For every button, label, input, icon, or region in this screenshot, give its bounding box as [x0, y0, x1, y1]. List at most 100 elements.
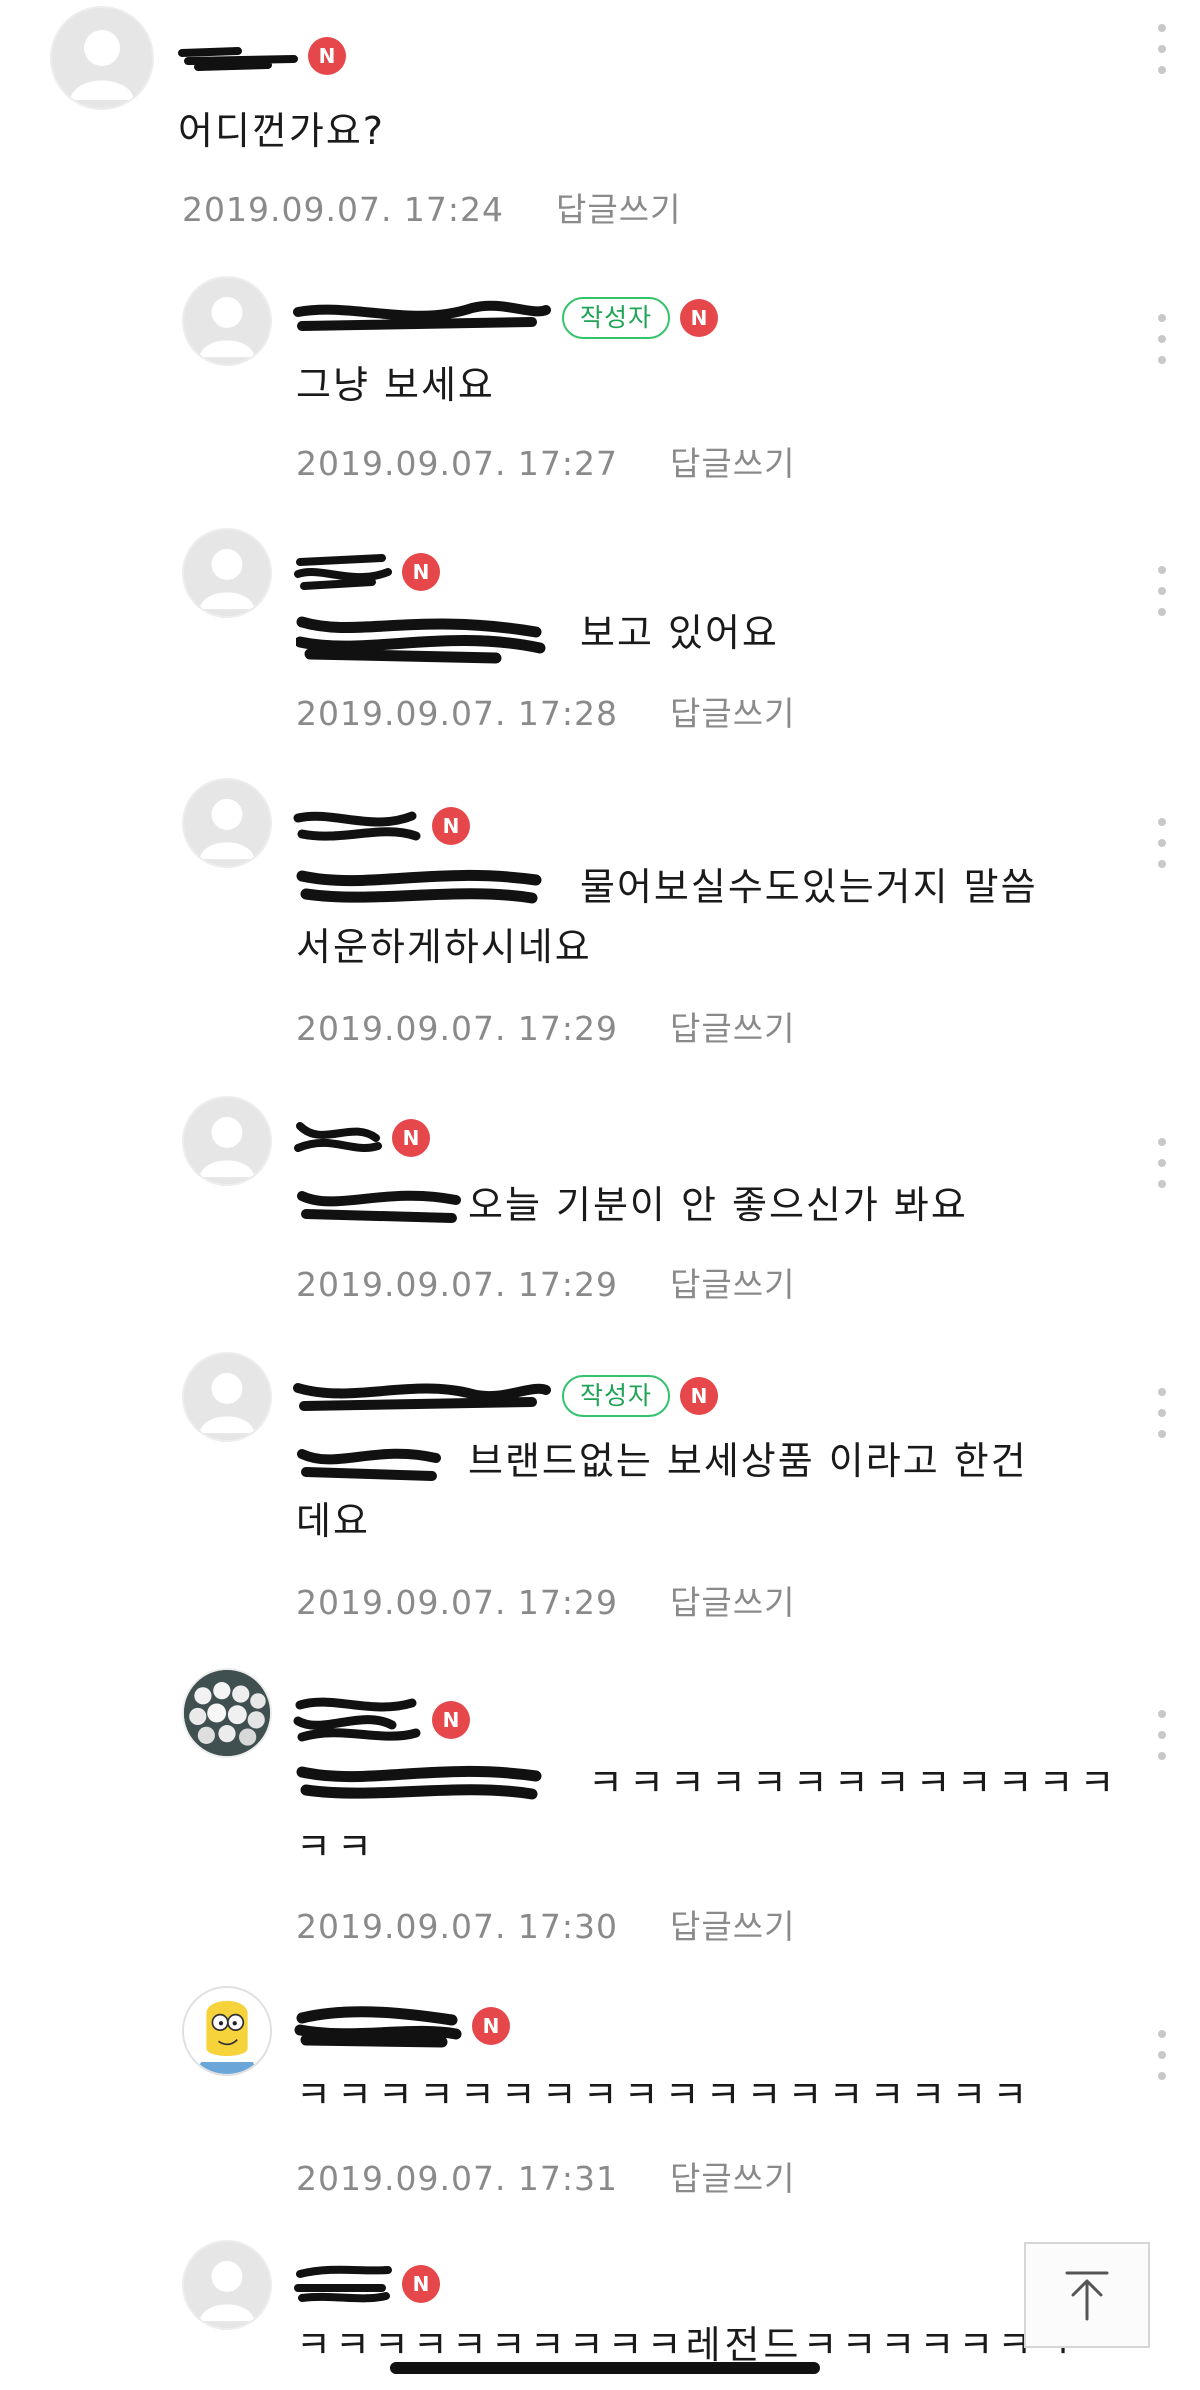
- kebab-dot: [1158, 1710, 1166, 1718]
- mentioned-user[interactable]: [296, 860, 546, 914]
- redaction-scribble: [293, 1383, 551, 1411]
- more-options-button[interactable]: [1154, 818, 1170, 868]
- author-nickname[interactable]: N: [292, 2006, 510, 2048]
- kebab-dot: [1158, 587, 1166, 595]
- comment-meta: 2019.09.07. 17:30 답글쓰기: [296, 1900, 795, 1948]
- comment-meta: 2019.09.07. 17:29 답글쓰기: [296, 1258, 795, 1306]
- default-avatar-icon: [199, 1372, 255, 1434]
- author-nickname[interactable]: N: [292, 806, 470, 846]
- author-nickname[interactable]: N: [292, 1697, 470, 1742]
- reply-button[interactable]: 답글쓰기: [670, 2159, 795, 2198]
- mentioned-user[interactable]: [296, 1756, 546, 1810]
- author-nickname[interactable]: N: [292, 1118, 430, 1158]
- author-nickname[interactable]: N: [178, 36, 346, 76]
- avatar[interactable]: [182, 778, 272, 868]
- avatar[interactable]: [182, 1352, 272, 1442]
- timestamp: 2019.09.07. 17:31: [296, 2159, 619, 2198]
- default-avatar-icon: [199, 548, 255, 610]
- more-options-button[interactable]: [1154, 2030, 1170, 2080]
- mentioned-user[interactable]: [296, 1178, 466, 1232]
- mentioned-user[interactable]: [296, 1436, 446, 1490]
- author-nickname[interactable]: N: [292, 552, 440, 592]
- author-nickname[interactable]: 작성자 N: [292, 1375, 719, 1417]
- comment-text: 오늘 기분이 안 좋으신가 봐요: [468, 1183, 968, 1227]
- scroll-to-top-button[interactable]: [1024, 2242, 1150, 2348]
- more-options-button[interactable]: [1154, 24, 1170, 74]
- more-options-button[interactable]: [1154, 1710, 1170, 1760]
- avatar[interactable]: [182, 276, 272, 366]
- kebab-dot: [1158, 45, 1166, 53]
- redaction-scribble: [294, 2265, 392, 2303]
- redaction-scribble: [297, 1190, 461, 1223]
- kebab-dot: [1158, 356, 1166, 364]
- reply-button[interactable]: 답글쓰기: [556, 190, 681, 229]
- more-options-button[interactable]: [1154, 566, 1170, 616]
- reply-button[interactable]: 답글쓰기: [670, 694, 795, 733]
- avatar[interactable]: [182, 1986, 272, 2076]
- kebab-dot: [1158, 839, 1166, 847]
- new-badge: N: [432, 807, 470, 845]
- more-options-button[interactable]: [1154, 1138, 1170, 1188]
- redaction-scribble: [178, 47, 298, 71]
- new-badge: N: [402, 2265, 440, 2303]
- comment-text: ㅋㅋㅋㅋㅋㅋㅋㅋㅋㅋㅋㅋㅋ: [588, 1761, 1121, 1805]
- comment-text: 그냥 보세요: [296, 363, 495, 407]
- avatar[interactable]: [182, 1668, 272, 1758]
- comment-text-continued: 서운하게하시네요: [296, 925, 592, 969]
- default-avatar-icon: [199, 1116, 255, 1178]
- comment-text-continued: 데요: [296, 1499, 370, 1543]
- redaction-scribble: [294, 2006, 462, 2048]
- comment-meta: 2019.09.07. 17:27 답글쓰기: [296, 437, 795, 485]
- reply-button[interactable]: 답글쓰기: [670, 1265, 795, 1304]
- new-badge: N: [402, 553, 440, 591]
- mentioned-user[interactable]: [294, 608, 546, 668]
- kebab-dot: [1158, 314, 1166, 322]
- new-badge: N: [680, 299, 719, 337]
- default-avatar-icon: [70, 30, 134, 100]
- avatar[interactable]: [50, 6, 154, 110]
- redaction-scribble: [294, 554, 392, 590]
- redaction-scribble: [296, 1765, 542, 1800]
- cartoon-avatar-icon: [184, 1988, 270, 2074]
- comment-meta: 2019.09.07. 17:24 답글쓰기: [182, 183, 681, 231]
- kebab-dot: [1158, 24, 1166, 32]
- new-badge: N: [680, 1377, 719, 1415]
- author-badge: 작성자: [562, 1375, 671, 1417]
- redaction-scribble: [294, 1122, 382, 1152]
- author-nickname[interactable]: 작성자 N: [292, 297, 719, 339]
- kebab-dot: [1158, 860, 1166, 868]
- redaction-scribble: [294, 616, 546, 664]
- reply-button[interactable]: 답글쓰기: [670, 444, 795, 483]
- more-options-button[interactable]: [1154, 1388, 1170, 1438]
- avatar[interactable]: [182, 1096, 272, 1186]
- arrow-up-icon: [1065, 2271, 1109, 2321]
- timestamp: 2019.09.07. 17:27: [296, 444, 619, 483]
- timestamp: 2019.09.07. 17:29: [296, 1583, 619, 1622]
- kebab-dot: [1158, 1180, 1166, 1188]
- kebab-dot: [1158, 566, 1166, 574]
- comment-text: 물어보실수도있는거지 말씀: [580, 865, 1038, 909]
- kebab-dot: [1158, 1138, 1166, 1146]
- kebab-dot: [1158, 818, 1166, 826]
- new-badge: N: [308, 37, 346, 75]
- comment-meta: 2019.09.07. 17:31 답글쓰기: [296, 2152, 795, 2200]
- author-nickname[interactable]: N: [292, 2264, 440, 2304]
- default-avatar-icon: [199, 2260, 255, 2322]
- more-options-button[interactable]: [1154, 314, 1170, 364]
- comment-text: ㅋㅋㅋㅋㅋㅋㅋㅋㅋㅋㅋㅋㅋㅋㅋㅋㅋㅋ: [296, 2073, 1034, 2117]
- kebab-dot: [1158, 1159, 1166, 1167]
- avatar[interactable]: [182, 2240, 272, 2330]
- redaction-scribble: [293, 811, 421, 841]
- reply-button[interactable]: 답글쓰기: [670, 1583, 795, 1622]
- kebab-dot: [1158, 1430, 1166, 1438]
- reply-button[interactable]: 답글쓰기: [670, 1009, 795, 1048]
- comment-meta: 2019.09.07. 17:29 답글쓰기: [296, 1576, 795, 1624]
- comment-meta: 2019.09.07. 17:29 답글쓰기: [296, 1002, 795, 1050]
- reply-button[interactable]: 답글쓰기: [670, 1907, 795, 1946]
- timestamp: 2019.09.07. 17:30: [296, 1907, 619, 1946]
- avatar[interactable]: [182, 528, 272, 618]
- kebab-dot: [1158, 1731, 1166, 1739]
- kebab-dot: [1158, 2051, 1166, 2059]
- kebab-dot: [1158, 1388, 1166, 1396]
- default-avatar-icon: [199, 296, 255, 358]
